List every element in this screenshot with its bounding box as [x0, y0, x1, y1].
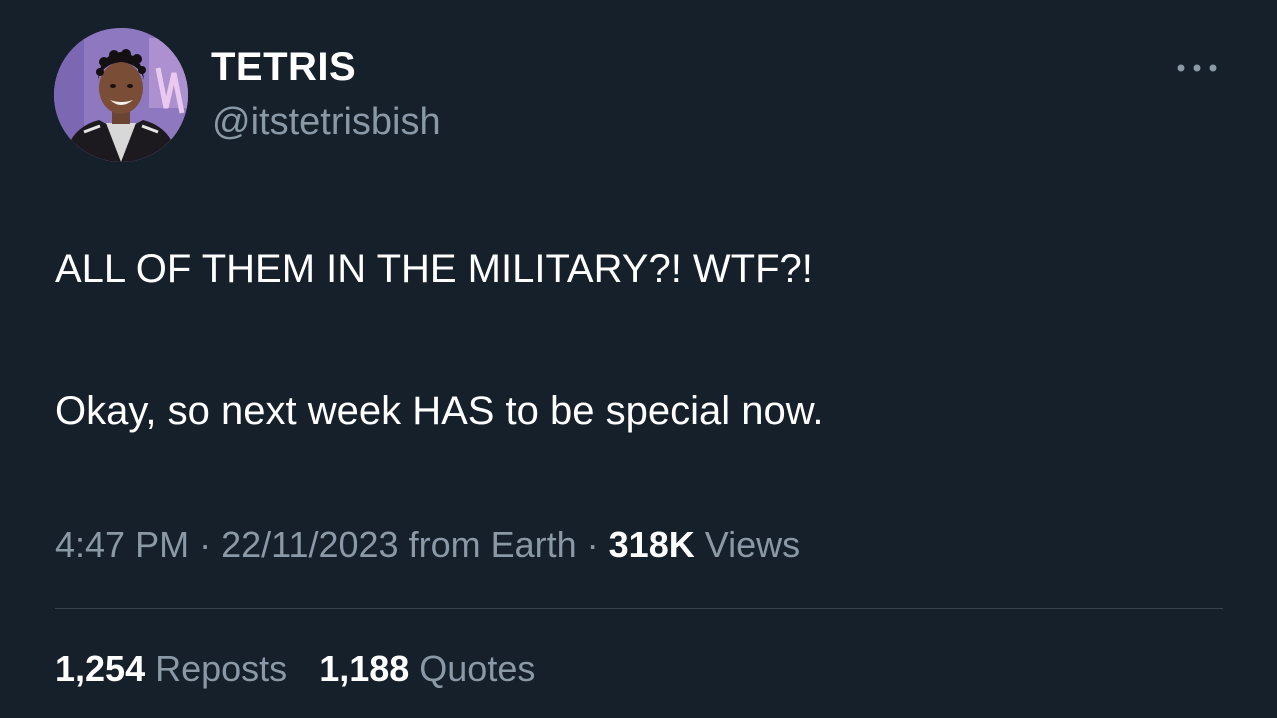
- meta-separator: ·: [199, 524, 212, 565]
- quotes-stat[interactable]: 1,188 Quotes: [319, 646, 535, 692]
- divider: [55, 608, 1223, 609]
- tweet-source: from Earth: [408, 524, 577, 565]
- tweet-stats: 1,254 Reposts 1,188 Quotes: [55, 646, 557, 692]
- tweet-date[interactable]: 22/11/2023: [221, 524, 399, 565]
- reposts-stat[interactable]: 1,254 Reposts: [55, 646, 287, 692]
- quotes-label: Quotes: [419, 648, 536, 689]
- reposts-label: Reposts: [155, 648, 288, 689]
- views-label: Views: [704, 524, 801, 565]
- views-count: 318K: [608, 524, 695, 565]
- tweet-card: TETRIS @itstetrisbish ALL OF THEM IN THE…: [0, 0, 1277, 718]
- avatar-image: [54, 28, 188, 162]
- tweet-meta: 4:47 PM · 22/11/2023 from Earth · 318K Views: [55, 522, 800, 568]
- tweet-text-line: ALL OF THEM IN THE MILITARY?! WTF?!: [55, 247, 813, 291]
- meta-separator: ·: [586, 524, 599, 565]
- tweet-time[interactable]: 4:47 PM: [55, 524, 189, 565]
- author-handle[interactable]: @itstetrisbish: [212, 100, 441, 144]
- more-horizontal-icon[interactable]: [1173, 58, 1221, 78]
- reposts-count: 1,254: [55, 648, 146, 689]
- avatar[interactable]: [54, 28, 188, 162]
- quotes-count: 1,188: [319, 648, 410, 689]
- tweet-text-line: Okay, so next week HAS to be special now…: [55, 389, 824, 433]
- author-display-name[interactable]: TETRIS: [211, 44, 356, 90]
